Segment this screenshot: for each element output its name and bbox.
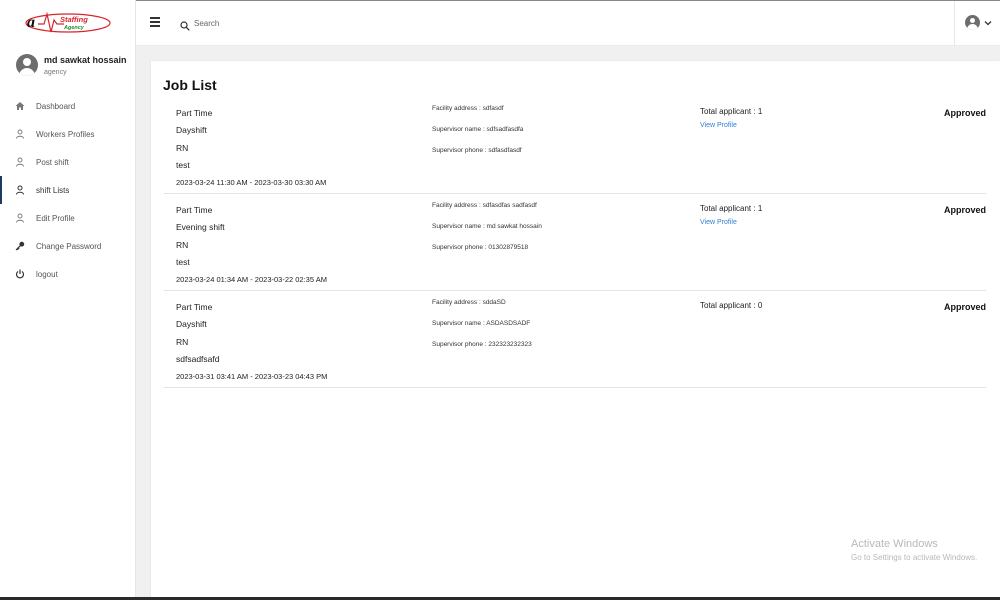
facility-address: Facility address : sdfasdfas sadfasdf bbox=[432, 202, 537, 209]
search-input[interactable] bbox=[194, 16, 494, 30]
sidebar-item-workers-profiles[interactable]: Workers Profiles bbox=[0, 120, 136, 148]
view-profile-link[interactable]: View Profile bbox=[700, 219, 762, 226]
job-role: RN bbox=[176, 142, 189, 153]
job-datetime: 2023-03-24 11:30 AM - 2023-03-30 03:30 A… bbox=[176, 178, 327, 188]
sidebar: a Staffing Agency md sawkat hossain agen… bbox=[0, 0, 136, 600]
user-menu-button[interactable] bbox=[954, 1, 1000, 46]
sidebar-item-label: Change Password bbox=[36, 241, 102, 251]
sidebar-profile: md sawkat hossain agency bbox=[16, 52, 134, 82]
sidebar-item-logout[interactable]: logout bbox=[0, 260, 136, 288]
sidebar-item-shift-lists[interactable]: shift Lists bbox=[0, 176, 136, 204]
sidebar-item-label: logout bbox=[36, 269, 58, 279]
job-role: RN bbox=[176, 239, 189, 250]
total-applicant: Total applicant : 0 bbox=[700, 301, 763, 310]
profile-role: agency bbox=[44, 69, 67, 76]
job-details: Part Time Dayshift RN sdfsadfsafd 2023-0… bbox=[176, 299, 327, 385]
job-applicants: Total applicant : 1 View Profile bbox=[700, 204, 762, 226]
job-note: sdfsadfsafd bbox=[176, 353, 220, 364]
supervisor-phone: Supervisor phone : sdfasdfasdf bbox=[432, 147, 522, 154]
job-details: Part Time Dayshift RN test 2023-03-24 11… bbox=[176, 105, 326, 191]
job-shift: Dayshift bbox=[176, 319, 207, 330]
sidebar-item-change-password[interactable]: Change Password bbox=[0, 232, 136, 260]
watermark-subtitle: Go to Settings to activate Windows. bbox=[851, 553, 978, 562]
job-note: test bbox=[176, 256, 190, 267]
status-badge: Approved bbox=[943, 302, 986, 312]
job-type: Part Time bbox=[176, 205, 213, 215]
svg-text:Agency: Agency bbox=[63, 25, 85, 31]
supervisor-name: Supervisor name : md sawkat hossain bbox=[432, 223, 542, 230]
sidebar-item-post-shift[interactable]: Post shift bbox=[0, 148, 136, 176]
menu-toggle-icon[interactable] bbox=[150, 17, 160, 27]
job-datetime: 2023-03-24 01:34 AM - 2023-03-22 02:35 A… bbox=[176, 275, 327, 285]
job-applicants: Total applicant : 0 bbox=[700, 301, 762, 310]
job-applicants: Total applicant : 1 View Profile bbox=[700, 107, 762, 129]
svg-text:a: a bbox=[27, 14, 35, 31]
job-facility-info: Facility address : sdfasdf Supervisor na… bbox=[432, 105, 523, 168]
view-profile-link[interactable]: View Profile bbox=[700, 122, 762, 129]
job-details: Part Time Evening shift RN test 2023-03-… bbox=[176, 202, 327, 288]
job-list-card: Job List Part Time Dayshift RN test 2023… bbox=[151, 61, 1000, 600]
sidebar-item-label: Edit Profile bbox=[36, 213, 75, 223]
profile-name: md sawkat hossain bbox=[44, 55, 127, 65]
key-icon bbox=[15, 241, 25, 251]
job-note: test bbox=[176, 159, 190, 170]
sidebar-item-label: Workers Profiles bbox=[36, 129, 95, 139]
sidebar-nav: Dashboard Workers Profiles Post shift sh… bbox=[0, 92, 136, 288]
supervisor-name: Supervisor name : ASDASDSADF bbox=[432, 320, 531, 327]
avatar bbox=[16, 54, 38, 76]
sidebar-item-dashboard[interactable]: Dashboard bbox=[0, 92, 136, 120]
page-title: Job List bbox=[163, 77, 217, 93]
job-type: Part Time bbox=[176, 108, 213, 118]
home-icon bbox=[15, 101, 25, 111]
svg-text:Staffing: Staffing bbox=[60, 15, 88, 24]
topbar bbox=[136, 0, 1000, 46]
job-shift: Dayshift bbox=[176, 125, 207, 136]
staffing-agency-logo[interactable]: a Staffing Agency bbox=[24, 10, 114, 36]
total-applicant: Total applicant : 1 bbox=[700, 107, 763, 116]
total-applicant: Total applicant : 1 bbox=[700, 204, 763, 213]
search-icon bbox=[180, 18, 190, 31]
power-icon bbox=[15, 269, 25, 279]
job-type: Part Time bbox=[176, 302, 213, 312]
sidebar-item-label: Dashboard bbox=[36, 101, 76, 111]
job-facility-info: Facility address : sdfasdfas sadfasdf Su… bbox=[432, 202, 542, 265]
supervisor-phone: Supervisor phone : 01302879518 bbox=[432, 244, 529, 251]
job-datetime: 2023-03-31 03:41 AM - 2023-03-23 04:43 P… bbox=[176, 372, 328, 382]
person-icon bbox=[15, 157, 25, 167]
avatar bbox=[965, 15, 980, 30]
facility-address: Facility address : sddaSD bbox=[432, 299, 506, 306]
sidebar-item-label: Post shift bbox=[36, 157, 69, 167]
watermark-title: Activate Windows bbox=[851, 538, 938, 550]
status-badge: Approved bbox=[943, 205, 986, 215]
job-facility-info: Facility address : sddaSD Supervisor nam… bbox=[432, 299, 532, 362]
facility-address: Facility address : sdfasdf bbox=[432, 105, 504, 112]
chevron-down-icon bbox=[984, 21, 992, 26]
activate-windows-watermark: Activate Windows Go to Settings to activ… bbox=[851, 538, 977, 562]
person-icon bbox=[15, 185, 25, 195]
job-row: Part Time Dayshift RN test 2023-03-24 11… bbox=[164, 97, 986, 194]
sidebar-item-edit-profile[interactable]: Edit Profile bbox=[0, 204, 136, 232]
status-badge: Approved bbox=[943, 108, 986, 118]
supervisor-name: Supervisor name : sdfsadfasdfa bbox=[432, 126, 524, 133]
person-icon bbox=[15, 213, 25, 223]
supervisor-phone: Supervisor phone : 232323232323 bbox=[432, 341, 532, 348]
sidebar-item-label: shift Lists bbox=[36, 185, 70, 195]
person-icon bbox=[15, 129, 25, 139]
job-shift: Evening shift bbox=[176, 222, 225, 233]
job-row: Part Time Evening shift RN test 2023-03-… bbox=[164, 194, 986, 291]
job-role: RN bbox=[176, 336, 189, 347]
job-row: Part Time Dayshift RN sdfsadfsafd 2023-0… bbox=[164, 291, 986, 388]
